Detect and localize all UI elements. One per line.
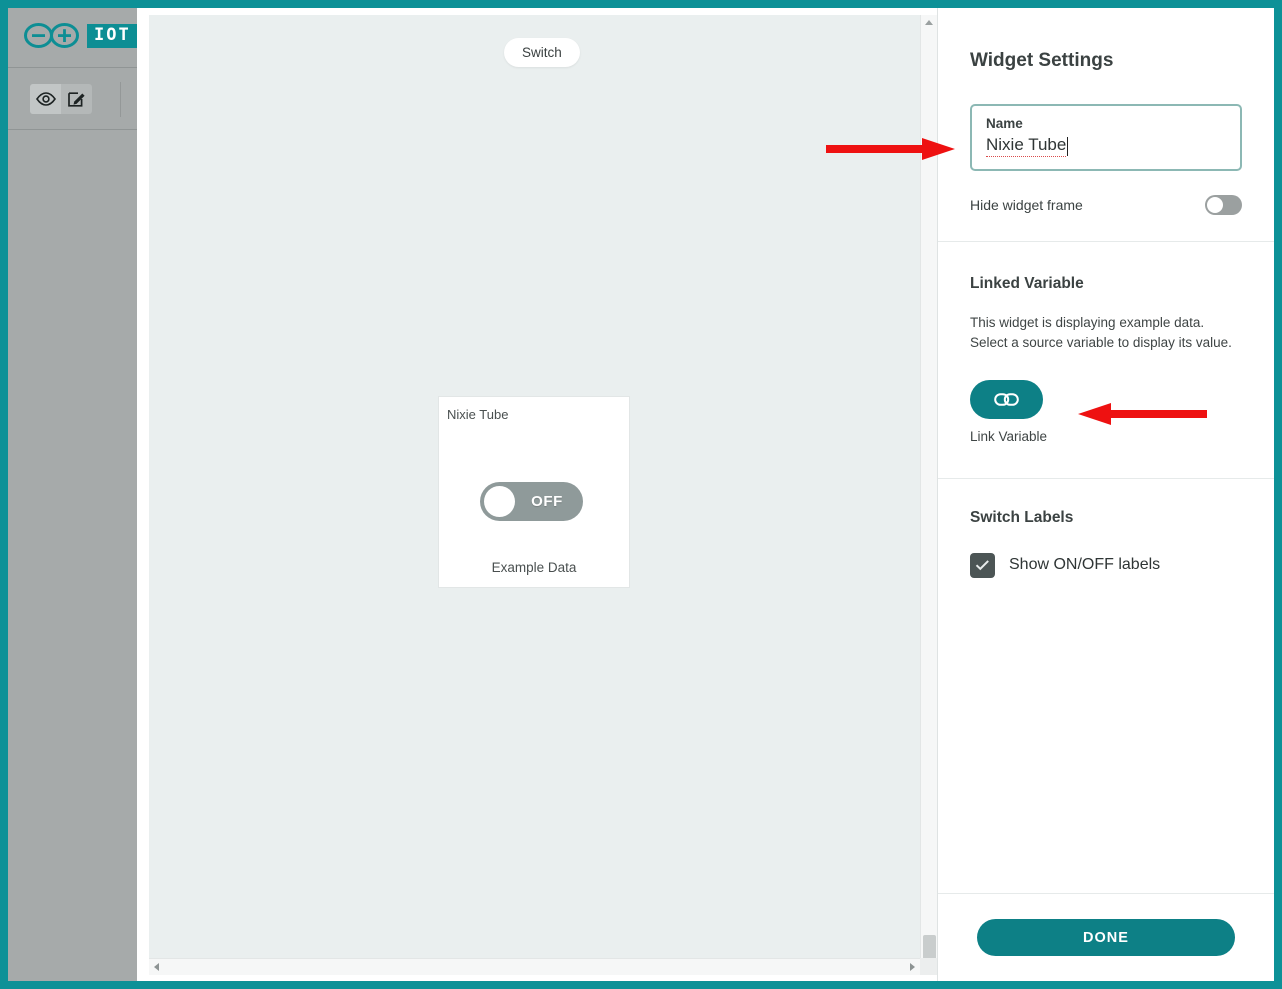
widget-name-input[interactable]: Name Nixie Tube xyxy=(970,104,1242,171)
text-caret xyxy=(1067,136,1069,156)
switch-labels-section: Switch Labels Show ON/OFF labels xyxy=(938,479,1274,578)
hide-widget-frame-label: Hide widget frame xyxy=(970,197,1083,213)
switch-widget-type-pill[interactable]: Switch xyxy=(504,38,580,67)
hide-widget-frame-row: Hide widget frame xyxy=(970,195,1242,215)
sidebar-mode-bar xyxy=(8,68,137,130)
dashboard-canvas[interactable]: Switch Nixie Tube OFF Example Data xyxy=(149,15,920,958)
panel-general-section: Widget Settings Name Nixie Tube Hide wid… xyxy=(938,8,1274,241)
canvas-region: Switch Nixie Tube OFF Example Data xyxy=(137,8,937,981)
widget-settings-panel: Widget Settings Name Nixie Tube Hide wid… xyxy=(937,8,1274,981)
switch-widget-card[interactable]: Nixie Tube OFF Example Data xyxy=(438,396,630,588)
panel-footer: DONE xyxy=(938,893,1274,981)
arduino-infinity-icon xyxy=(24,23,79,48)
canvas-horizontal-scrollbar[interactable] xyxy=(149,958,920,975)
linked-variable-section: Linked Variable This widget is displayin… xyxy=(938,242,1274,478)
checkmark-icon xyxy=(975,560,989,571)
switch-labels-heading: Switch Labels xyxy=(970,508,1074,526)
widget-name-label: Name xyxy=(986,116,1023,131)
sidebar-logo-bar: IOT xyxy=(8,8,137,68)
edit-mode-button[interactable] xyxy=(61,84,92,114)
scroll-left-icon[interactable] xyxy=(154,963,159,971)
widget-onoff-toggle[interactable]: OFF xyxy=(480,482,583,521)
application-body: IOT Switch Nixie Tube OFF Example Data W… xyxy=(8,8,1274,981)
toggle-knob xyxy=(1207,197,1223,213)
arduino-iot-logo[interactable]: IOT xyxy=(23,22,137,49)
sidebar-content-area xyxy=(8,131,137,981)
toggle-knob xyxy=(484,486,515,517)
link-variable-button-label: Link Variable xyxy=(970,428,1048,444)
view-mode-toggle-group xyxy=(30,84,92,114)
scroll-up-icon[interactable] xyxy=(925,20,933,25)
preview-mode-button[interactable] xyxy=(30,84,61,114)
iot-badge: IOT xyxy=(87,23,137,48)
chain-link-icon xyxy=(994,392,1019,406)
scrollbar-corner xyxy=(920,958,937,975)
widget-name-value: Nixie Tube xyxy=(986,135,1067,157)
show-onoff-labels-row: Show ON/OFF labels xyxy=(970,552,1242,578)
application-window: IOT Switch Nixie Tube OFF Example Data W… xyxy=(0,0,1282,989)
linked-variable-heading: Linked Variable xyxy=(970,275,1084,292)
scroll-right-icon[interactable] xyxy=(910,963,915,971)
widget-card-title: Nixie Tube xyxy=(447,407,509,422)
sidebar-vertical-divider xyxy=(120,82,121,117)
canvas-vertical-scrollbar[interactable] xyxy=(920,15,937,961)
panel-title: Widget Settings xyxy=(970,50,1114,71)
pencil-edit-icon xyxy=(68,91,85,107)
hide-widget-frame-toggle[interactable] xyxy=(1205,195,1242,215)
left-sidebar: IOT xyxy=(8,8,137,981)
linked-variable-description: This widget is displaying example data. … xyxy=(970,315,1232,351)
widget-card-footer: Example Data xyxy=(491,560,577,575)
toggle-state-label: OFF xyxy=(531,493,563,510)
done-button[interactable]: DONE xyxy=(977,919,1235,956)
eye-icon xyxy=(35,92,56,106)
show-onoff-labels-label: Show ON/OFF labels xyxy=(1009,556,1161,573)
link-variable-button[interactable] xyxy=(970,379,1043,419)
show-onoff-labels-checkbox[interactable] xyxy=(970,552,995,578)
